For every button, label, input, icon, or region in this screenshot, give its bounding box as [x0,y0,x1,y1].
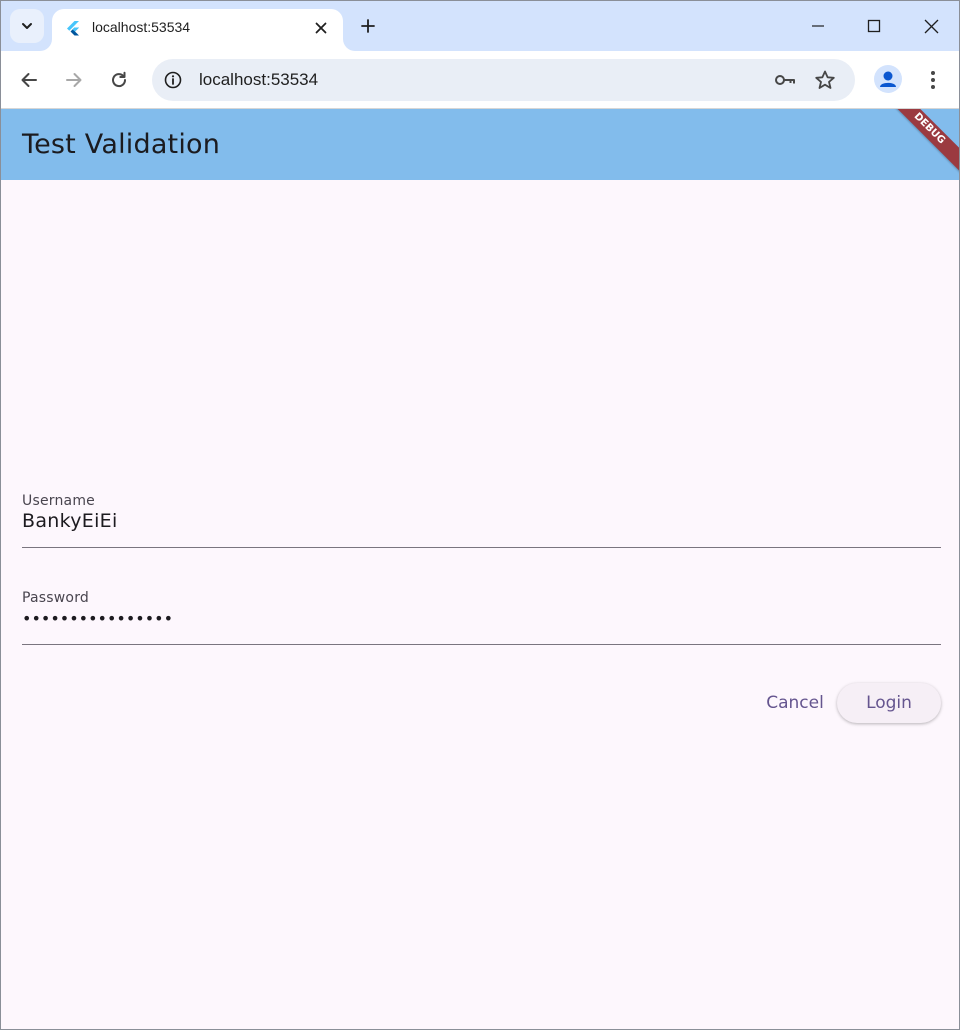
password-key-button[interactable] [773,68,797,92]
app-body: Username BankyEiEi Password ••••••••••••… [1,180,959,1029]
flutter-icon [67,21,79,36]
tab-strip: localhost:53534 [1,1,959,51]
page-title: Test Validation [22,129,221,160]
close-icon [315,22,327,34]
close-window-icon [924,19,938,33]
maximize-button[interactable] [846,1,902,51]
minimize-button[interactable] [790,1,846,51]
tab-close-button[interactable] [311,18,331,38]
login-button[interactable]: Login [837,683,941,723]
chevron-down-icon [22,23,32,29]
tab-title: localhost:53534 [92,19,191,35]
star-icon [815,70,835,89]
browser-window: localhost:53534 localhost:53534 Test Val… [0,0,960,1030]
key-icon [775,75,795,85]
browser-tab[interactable]: localhost:53534 [52,9,343,51]
reload-icon [112,71,127,88]
app-bar: Test Validation [1,109,959,180]
forward-arrow-icon [66,73,82,87]
close-window-button[interactable] [903,1,959,51]
debug-banner-container: DEBUG [887,109,959,181]
back-button[interactable] [12,63,46,97]
minimize-icon [812,25,824,27]
info-icon [164,71,182,89]
password-input[interactable]: •••••••••••••••• [22,609,173,628]
debug-banner: DEBUG [887,109,959,178]
address-url: localhost:53534 [199,70,319,89]
cancel-button[interactable]: Cancel [755,683,835,723]
username-input[interactable]: BankyEiEi [22,510,118,532]
tab-search-button[interactable] [10,9,44,43]
profile-button[interactable] [874,65,902,93]
plus-icon [361,19,375,33]
username-field[interactable]: Username BankyEiEi [22,493,941,548]
bookmark-button[interactable] [813,68,837,92]
forward-button[interactable] [57,63,91,97]
address-bar[interactable]: localhost:53534 [152,59,855,101]
profile-icon [880,71,896,87]
password-field[interactable]: Password •••••••••••••••• [22,590,941,645]
site-info-button[interactable] [162,69,184,91]
browser-menu-button[interactable] [921,65,945,95]
more-vertical-icon [931,71,935,89]
password-label: Password [22,590,89,606]
reload-button[interactable] [102,63,136,97]
username-label: Username [22,493,95,509]
browser-toolbar: localhost:53534 [1,51,959,109]
back-arrow-icon [21,73,37,87]
maximize-icon [867,19,881,33]
new-tab-button[interactable] [355,13,381,39]
